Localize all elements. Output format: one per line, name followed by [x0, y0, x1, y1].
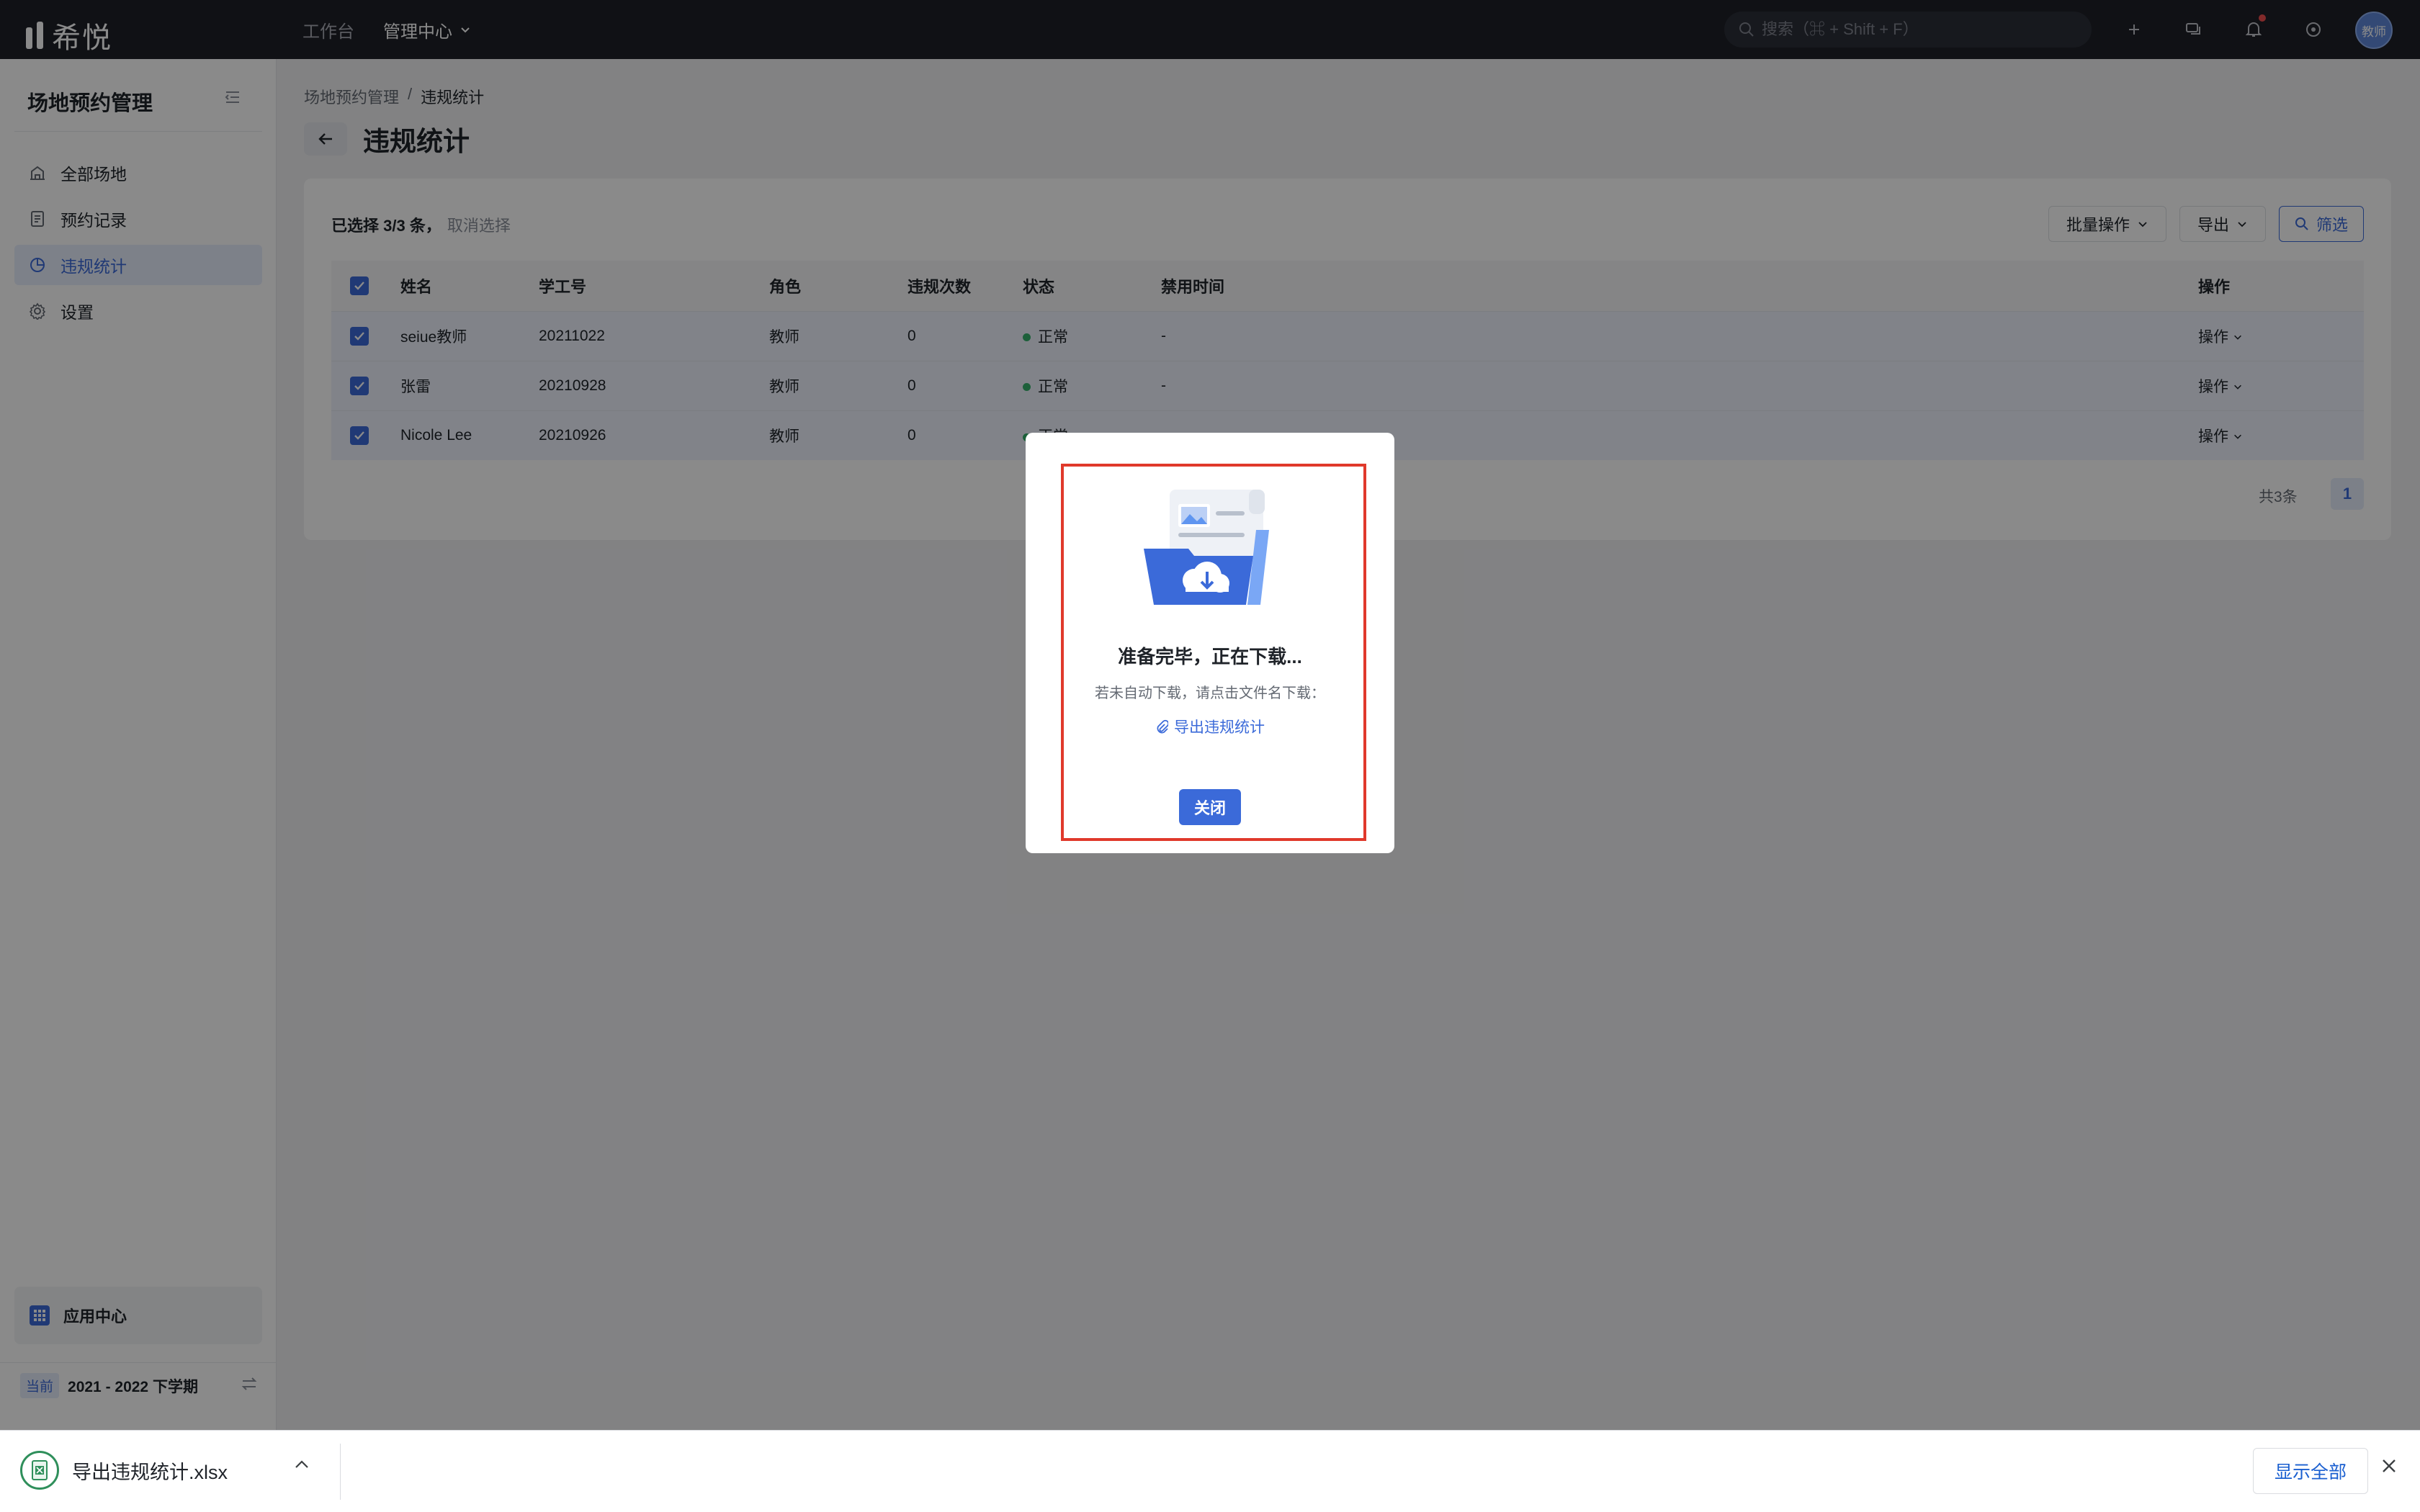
excel-file-icon [20, 1451, 59, 1490]
modal-description: 若未自动下载，请点击文件名下载： [1095, 685, 1325, 701]
download-file-link[interactable]: 导出违规统计 [1026, 716, 1394, 737]
chevron-up-icon[interactable] [294, 1455, 310, 1475]
close-button[interactable]: 关闭 [1179, 789, 1241, 825]
show-all-button[interactable]: 显示全部 [2253, 1448, 2368, 1494]
download-bar: 导出违规统计.xlsx 显示全部 [0, 1430, 2420, 1512]
download-file-name: 导出违规统计.xlsx [72, 1461, 228, 1483]
download-file-link-label: 导出违规统计 [1174, 719, 1265, 736]
paperclip-icon [1157, 719, 1168, 734]
folder-download-icon [1144, 490, 1269, 605]
download-item[interactable]: 导出违规统计.xlsx [20, 1448, 337, 1493]
close-icon[interactable] [2381, 1455, 2397, 1480]
modal-title: 准备完毕，正在下载... [1118, 646, 1302, 667]
download-bar-divider [340, 1444, 341, 1500]
